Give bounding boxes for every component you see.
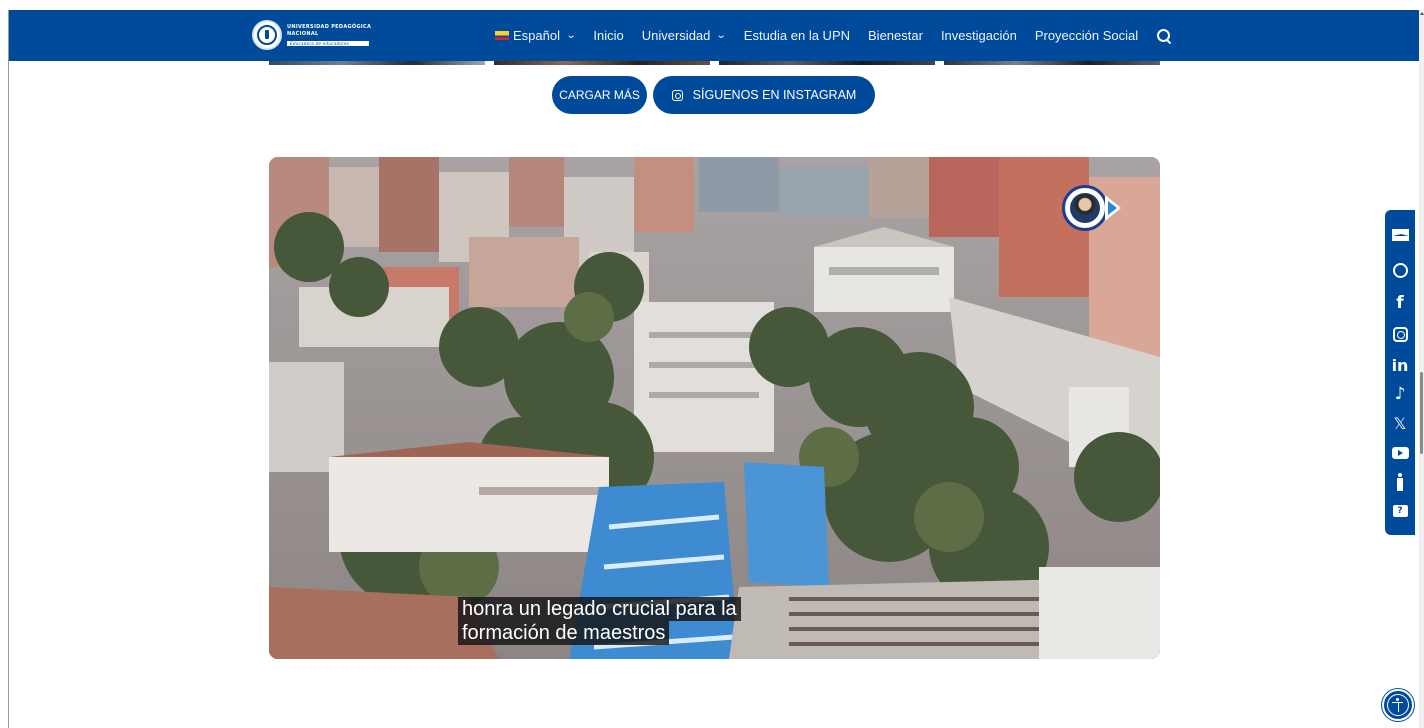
instagram-thumbnail[interactable] [269,61,485,65]
social-sidebar: f in ♪ 𝕏 ? [1385,210,1415,535]
whatsapp-icon[interactable] [1385,257,1415,283]
instagram-thumbnail[interactable] [944,61,1160,65]
scrollbar-track[interactable] [1419,10,1424,728]
window-edge [8,10,9,728]
chevron-down-icon: ⌄ [565,30,577,41]
load-more-label: CARGAR MÁS [559,88,640,102]
accessibility-button[interactable] [1382,689,1414,721]
upn-seal-icon [252,20,282,50]
nav-label-investigacion: Investigación [940,28,1017,43]
linkedin-icon[interactable]: in [1385,352,1415,378]
scrollbar-thumb[interactable] [1420,372,1423,454]
nav-label-estudia: Estudia en la UPN [743,28,851,43]
video-caption: honra un legado crucial para la formació… [458,597,741,645]
colombia-flag-icon [495,31,509,40]
campus-aerial-image [269,157,1160,659]
load-more-button[interactable]: CARGAR MÁS [552,76,647,114]
accessibility-person-icon[interactable] [1385,469,1415,495]
nav-label-universidad: Universidad [641,28,711,43]
scroll-up-icon[interactable] [1420,12,1424,15]
nav-item-inicio[interactable]: Inicio [593,28,623,43]
nav-item-proyeccion-social[interactable]: Proyección Social [1035,28,1138,43]
email-icon[interactable] [1385,222,1415,248]
help-chat-icon[interactable]: ? [1385,498,1415,524]
nav-item-investigacion[interactable]: Investigación [941,28,1017,43]
nav-item-language[interactable]: Español ⌄ [495,28,577,43]
main-nav: Español ⌄ Inicio Universidad ⌄ Estudia e… [495,10,1172,61]
follow-instagram-button[interactable]: SÍGUENOS EN INSTAGRAM [653,76,875,114]
search-icon[interactable] [1156,28,1172,44]
youtube-icon[interactable] [1385,440,1415,466]
upn-logo[interactable]: UNIVERSIDAD PEDAGÓGICA NACIONAL Educador… [252,20,371,50]
instagram-thumbnail[interactable] [494,61,710,65]
instagram-thumbnail[interactable] [719,61,935,65]
logo-wordmark: UNIVERSIDAD PEDAGÓGICA NACIONAL Educador… [287,24,371,46]
campus-video[interactable]: honra un legado crucial para la formació… [269,157,1160,659]
nav-item-bienestar[interactable]: Bienestar [868,28,923,43]
accessibility-icon [1387,694,1409,716]
channel-avatar[interactable] [1062,185,1108,231]
caption-line-1: honra un legado crucial para la [458,597,741,621]
chevron-down-icon: ⌄ [716,30,728,41]
nav-item-estudia[interactable]: Estudia en la UPN [744,28,850,43]
logo-name-line1: UNIVERSIDAD PEDAGÓGICA [287,24,372,30]
logo-name-line2: NACIONAL [287,31,319,37]
channel-arrow-inner-icon [1108,201,1117,215]
facebook-icon[interactable]: f [1385,290,1415,316]
nav-item-universidad[interactable]: Universidad ⌄ [641,28,728,43]
x-icon[interactable]: 𝕏 [1385,410,1415,436]
nav-label-proyeccion-social: Proyección Social [1034,28,1139,43]
tiktok-icon[interactable]: ♪ [1385,381,1415,407]
follow-instagram-label: SÍGUENOS EN INSTAGRAM [692,88,857,102]
site-header: UNIVERSIDAD PEDAGÓGICA NACIONAL Educador… [9,10,1420,61]
caption-line-2: formación de maestros [458,621,670,645]
nav-label-language: Español [513,28,560,43]
nav-label-bienestar: Bienestar [868,28,923,43]
logo-tagline: Educadora de educadores [287,41,369,46]
instagram-icon[interactable] [1385,321,1415,347]
instagram-icon [671,89,683,101]
nav-label-inicio: Inicio [593,28,624,43]
